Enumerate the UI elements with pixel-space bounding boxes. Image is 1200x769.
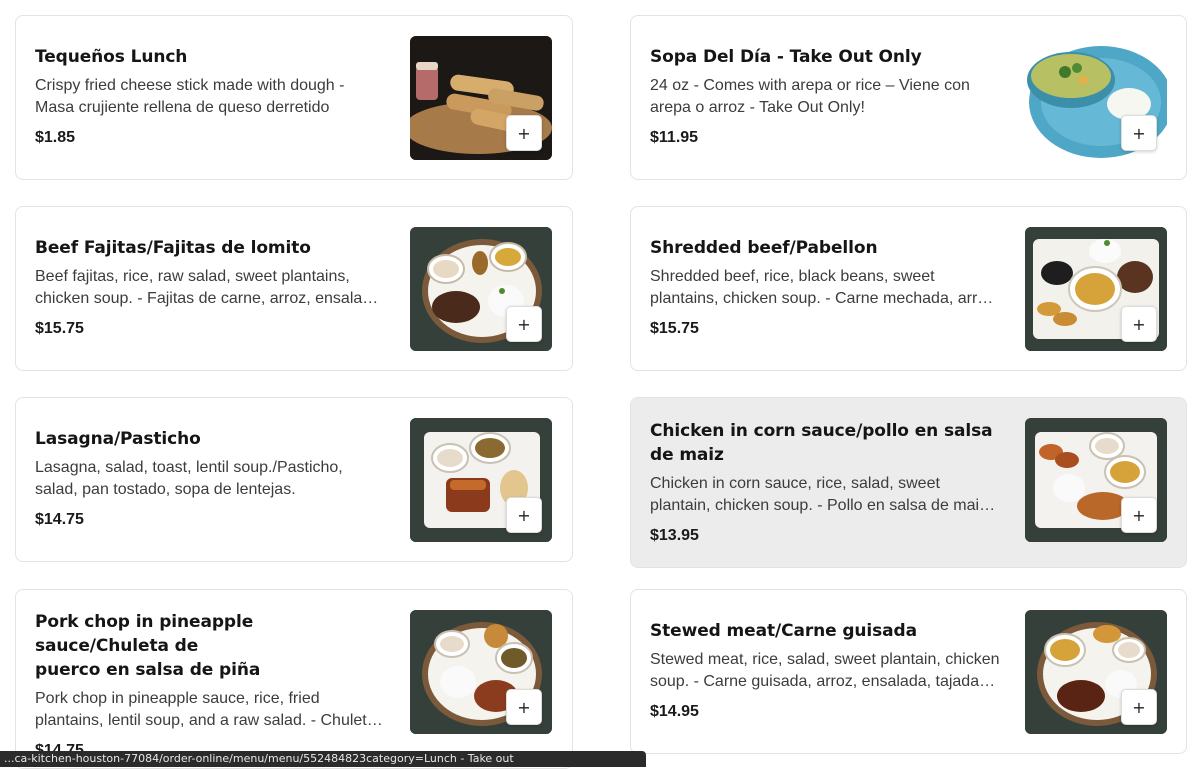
- item-description: Shredded beef, rice, black beans, sweet …: [650, 268, 999, 307]
- menu-item-card[interactable]: Chicken in corn sauce/pollo en salsa de …: [630, 397, 1187, 568]
- menu-item-card[interactable]: Shredded beef/Pabellon Shredded beef, ri…: [630, 206, 1187, 371]
- item-name: Lasagna/Pasticho: [35, 429, 201, 449]
- link-preview-status-bar: ...ca-kitchen-houston-77084/order-online…: [0, 751, 646, 767]
- add-to-cart-button[interactable]: +: [1121, 306, 1157, 342]
- item-name: Tequeños Lunch: [35, 47, 188, 67]
- add-to-cart-button[interactable]: +: [1121, 115, 1157, 151]
- add-to-cart-button[interactable]: +: [506, 115, 542, 151]
- add-to-cart-button[interactable]: +: [1121, 689, 1157, 725]
- fajitas-plate-photo: +: [410, 227, 552, 351]
- add-to-cart-button[interactable]: +: [506, 689, 542, 725]
- add-to-cart-button[interactable]: +: [506, 306, 542, 342]
- add-to-cart-button[interactable]: +: [506, 497, 542, 533]
- item-description: Pork chop in pineapple sauce, rice, frie…: [35, 690, 376, 729]
- stewed-meat-plate-photo: +: [1025, 610, 1167, 734]
- menu-item-card[interactable]: Beef Fajitas/Fajitas de lomito Beef faji…: [15, 206, 573, 371]
- menu-item-card[interactable]: Lasagna/Pasticho Lasagna, salad, toast, …: [15, 397, 573, 562]
- item-description: Lasagna, salad, toast, lentil soup./Past…: [35, 459, 343, 498]
- tequenos-photo: +: [410, 36, 552, 160]
- item-price: $11.95: [650, 129, 699, 146]
- menu-item-card[interactable]: Sopa Del Día - Take Out Only 24 oz - Com…: [630, 15, 1187, 180]
- item-description: Crispy fried cheese stick made with doug…: [35, 77, 345, 116]
- item-price: $13.95: [650, 527, 699, 544]
- item-price: $1.85: [35, 129, 76, 146]
- item-name: Beef Fajitas/Fajitas de lomito: [35, 238, 311, 258]
- item-name: Shredded beef/Pabellon: [650, 238, 878, 258]
- item-price: $15.75: [35, 320, 84, 337]
- item-price: $15.75: [650, 320, 699, 337]
- menu-item-card[interactable]: Tequeños Lunch Crispy fried cheese stick…: [15, 15, 573, 180]
- item-price: $14.75: [35, 511, 84, 528]
- chicken-corn-plate-photo: +: [1025, 418, 1167, 542]
- pabellon-plate-photo: +: [1025, 227, 1167, 351]
- item-description: Chicken in corn sauce, rice, salad, swee…: [650, 475, 992, 514]
- menu-item-card[interactable]: Stewed meat/Carne guisada Stewed meat, r…: [630, 589, 1187, 754]
- item-price: $14.95: [650, 703, 699, 720]
- menu-item-card[interactable]: Pork chop in pineapple sauce/Chuleta de …: [15, 589, 573, 769]
- item-description: 24 oz - Comes with arepa or rice – Viene…: [650, 77, 970, 116]
- item-name: Sopa Del Día - Take Out Only: [650, 47, 922, 67]
- item-name: Pork chop in pineapple sauce/Chuleta de …: [35, 612, 261, 680]
- item-description: Beef fajitas, rice, raw salad, sweet pla…: [35, 268, 381, 307]
- item-name: Stewed meat/Carne guisada: [650, 621, 917, 641]
- pork-chop-plate-photo: +: [410, 610, 552, 734]
- item-description: Stewed meat, rice, salad, sweet plantain…: [650, 651, 1000, 690]
- item-name: Chicken in corn sauce/pollo en salsa de …: [650, 421, 993, 465]
- add-to-cart-button[interactable]: +: [1121, 497, 1157, 533]
- soup-photo: +: [1025, 36, 1167, 160]
- lasagna-plate-photo: +: [410, 418, 552, 542]
